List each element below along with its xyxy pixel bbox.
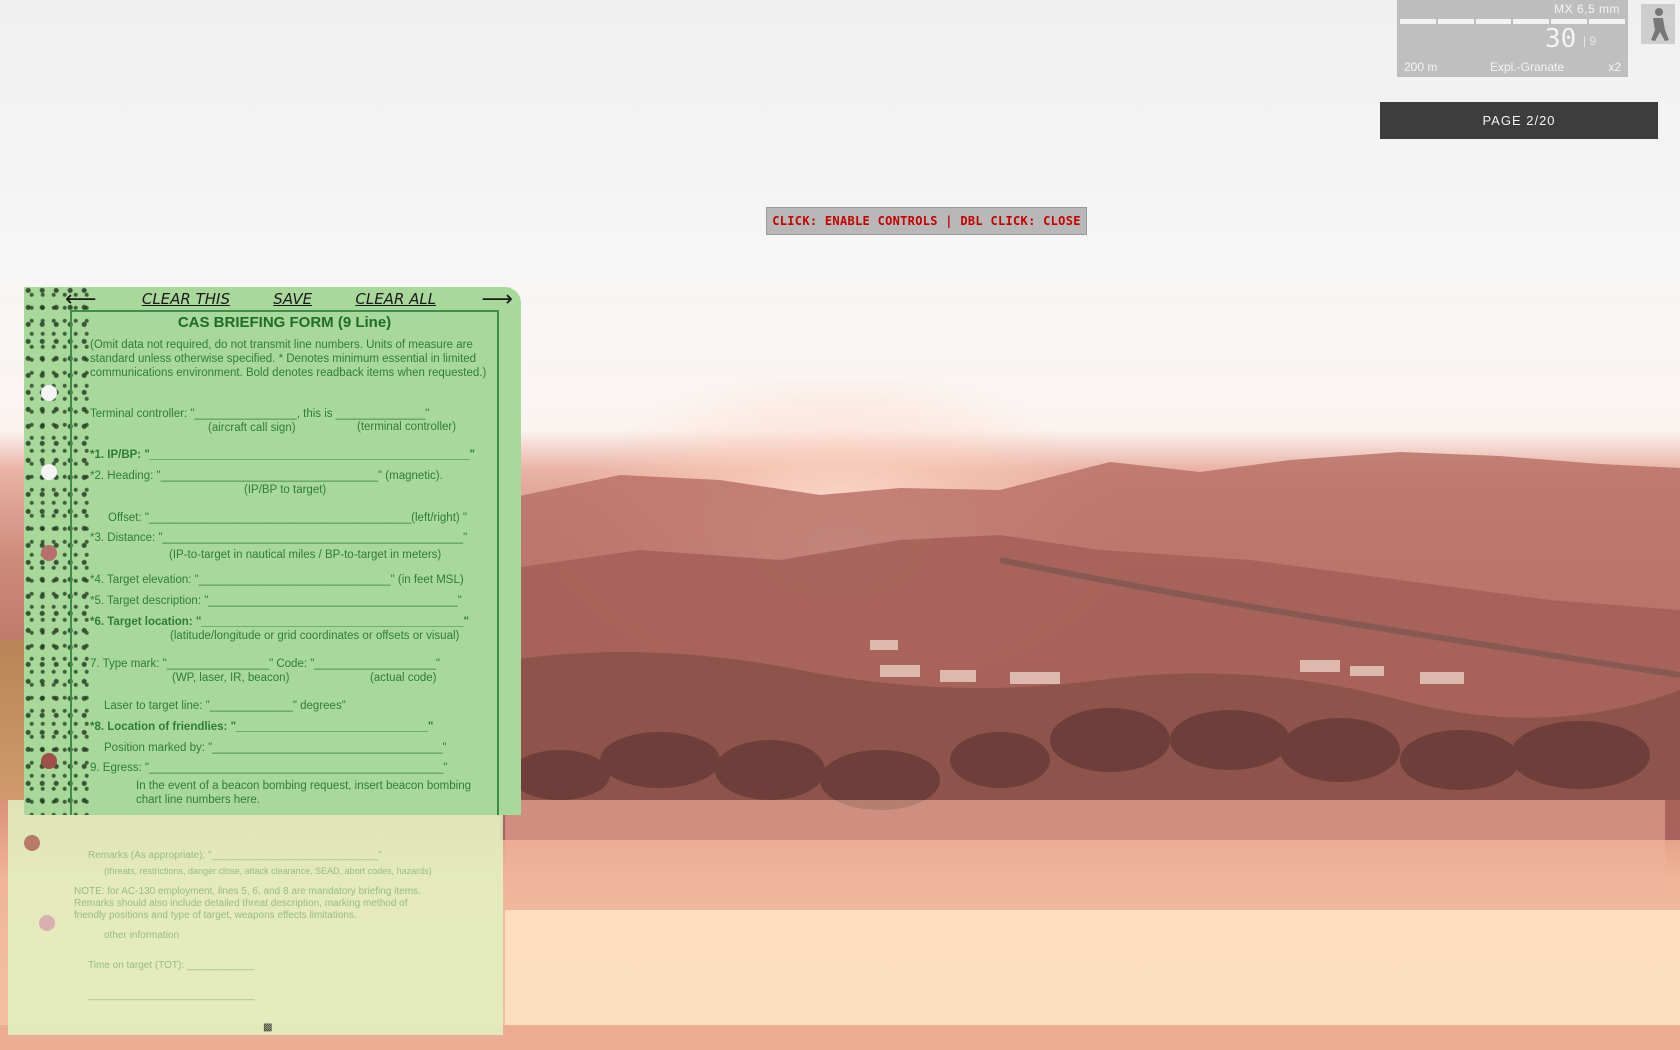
- line7-sub-label: (WP, laser, IR, beacon): [172, 672, 290, 684]
- punch-hole: [41, 545, 57, 561]
- ammo-type: Expl.-Granate: [1490, 60, 1565, 74]
- line1-ip-bp-field[interactable]: *1. IP/BP: "____________________________…: [90, 449, 475, 461]
- remarks-sub: (threats, restrictions, danger close, at…: [104, 866, 432, 876]
- terminal-controller-label: (terminal controller): [357, 421, 457, 433]
- clear-this-button[interactable]: CLEAR THIS: [138, 290, 234, 308]
- note-line: NOTE: for AC-130 employment, lines 5, 6,…: [74, 886, 421, 897]
- time-on-target: Time on target (TOT): ____________: [88, 960, 254, 971]
- weapon-name: MX 6,5 mm: [1554, 2, 1620, 16]
- note-line: friendly positions and type of target, w…: [74, 910, 357, 921]
- form-title: CAS BRIEFING FORM (9 Line): [177, 314, 392, 331]
- line4-elevation-field[interactable]: *4. Target elevation: "_________________…: [90, 574, 464, 586]
- note-line: other information: [104, 930, 180, 941]
- line3-sub-label: (IP-to-target in nautical miles / BP-to-…: [169, 549, 442, 561]
- weapon-info-panel: MX 6,5 mm 30 | 9 200 m Expl.-Granate x2: [1397, 0, 1628, 77]
- remarks-line: Remarks (As appropriate): "_____________…: [88, 850, 382, 861]
- cursor-icon: ▩: [263, 1022, 273, 1033]
- line9-egress-field[interactable]: 9. Egress: "____________________________…: [90, 762, 447, 774]
- line3-distance-field[interactable]: *3. Distance: "_________________________…: [90, 532, 467, 544]
- next-page-arrow-icon[interactable]: ⟶: [475, 287, 519, 312]
- punch-hole: [41, 385, 57, 401]
- form-border: [70, 310, 499, 815]
- terminal-controller-field[interactable]: Terminal controller: "________________, …: [90, 408, 429, 420]
- punch-hole: [41, 464, 57, 480]
- beacon-note: In the event of a beacon bombing request…: [136, 780, 472, 792]
- zeroing-distance: 200 m: [1404, 60, 1438, 74]
- beacon-note-2: chart line numbers here.: [136, 794, 261, 806]
- stance-icon: [1641, 4, 1675, 44]
- form-toolbar: ⟵ CLEAR THIS SAVE CLEAR ALL ⟶: [59, 287, 519, 312]
- magazine-count: | 9: [1583, 34, 1597, 48]
- line2-sub-label: (IP/BP to target): [244, 484, 327, 496]
- line6-sub-label: (latitude/longitude or grid coordinates …: [170, 630, 460, 642]
- ammo-count: 30: [1545, 24, 1577, 54]
- punch-hole: [41, 753, 57, 769]
- line8-friendlies-field[interactable]: *8. Location of friendlies: "___________…: [90, 721, 433, 733]
- cas-briefing-form[interactable]: ⟵ CLEAR THIS SAVE CLEAR ALL ⟶ CAS BRIEFI…: [24, 287, 521, 815]
- position-marked-field[interactable]: Position marked by: "___________________…: [104, 742, 447, 754]
- line7-type-mark-field[interactable]: 7. Type mark: "________________" Code: "…: [90, 658, 440, 670]
- form-intro: (Omit data not required, do not transmit…: [90, 339, 487, 379]
- form-card-faded: Remarks (As appropriate): "_____________…: [8, 800, 503, 1035]
- controls-hint: CLICK: ENABLE CONTROLS | DBL CLICK: CLOS…: [766, 207, 1087, 235]
- punch-hole: [24, 835, 40, 851]
- line2-heading-field[interactable]: *2. Heading: "__________________________…: [90, 470, 443, 482]
- page-indicator: PAGE 2/20: [1380, 102, 1658, 139]
- punch-hole: [39, 915, 55, 931]
- save-button[interactable]: SAVE: [269, 290, 316, 308]
- note-line: Remarks should also include detailed thr…: [74, 898, 408, 909]
- clear-all-button[interactable]: CLEAR ALL: [351, 290, 440, 308]
- line6-location-field[interactable]: *6. Target location: "__________________…: [90, 616, 469, 628]
- ground-band: [505, 910, 1680, 1025]
- zoom-multiplier: x2: [1608, 60, 1621, 74]
- ground-band: [505, 800, 1665, 895]
- bottom-line: ______________________________: [88, 990, 255, 1001]
- ammo-bar: [1400, 19, 1625, 24]
- prev-page-arrow-icon[interactable]: ⟵: [59, 287, 103, 312]
- aircraft-call-sign-label: (aircraft call sign): [208, 422, 296, 434]
- line7-code-label: (actual code): [370, 672, 437, 684]
- laser-line-field[interactable]: Laser to target line: "_____________" de…: [104, 700, 346, 712]
- line5-description-field[interactable]: *5. Target description: "_______________…: [90, 595, 462, 607]
- offset-field[interactable]: Offset: "_______________________________…: [108, 512, 467, 524]
